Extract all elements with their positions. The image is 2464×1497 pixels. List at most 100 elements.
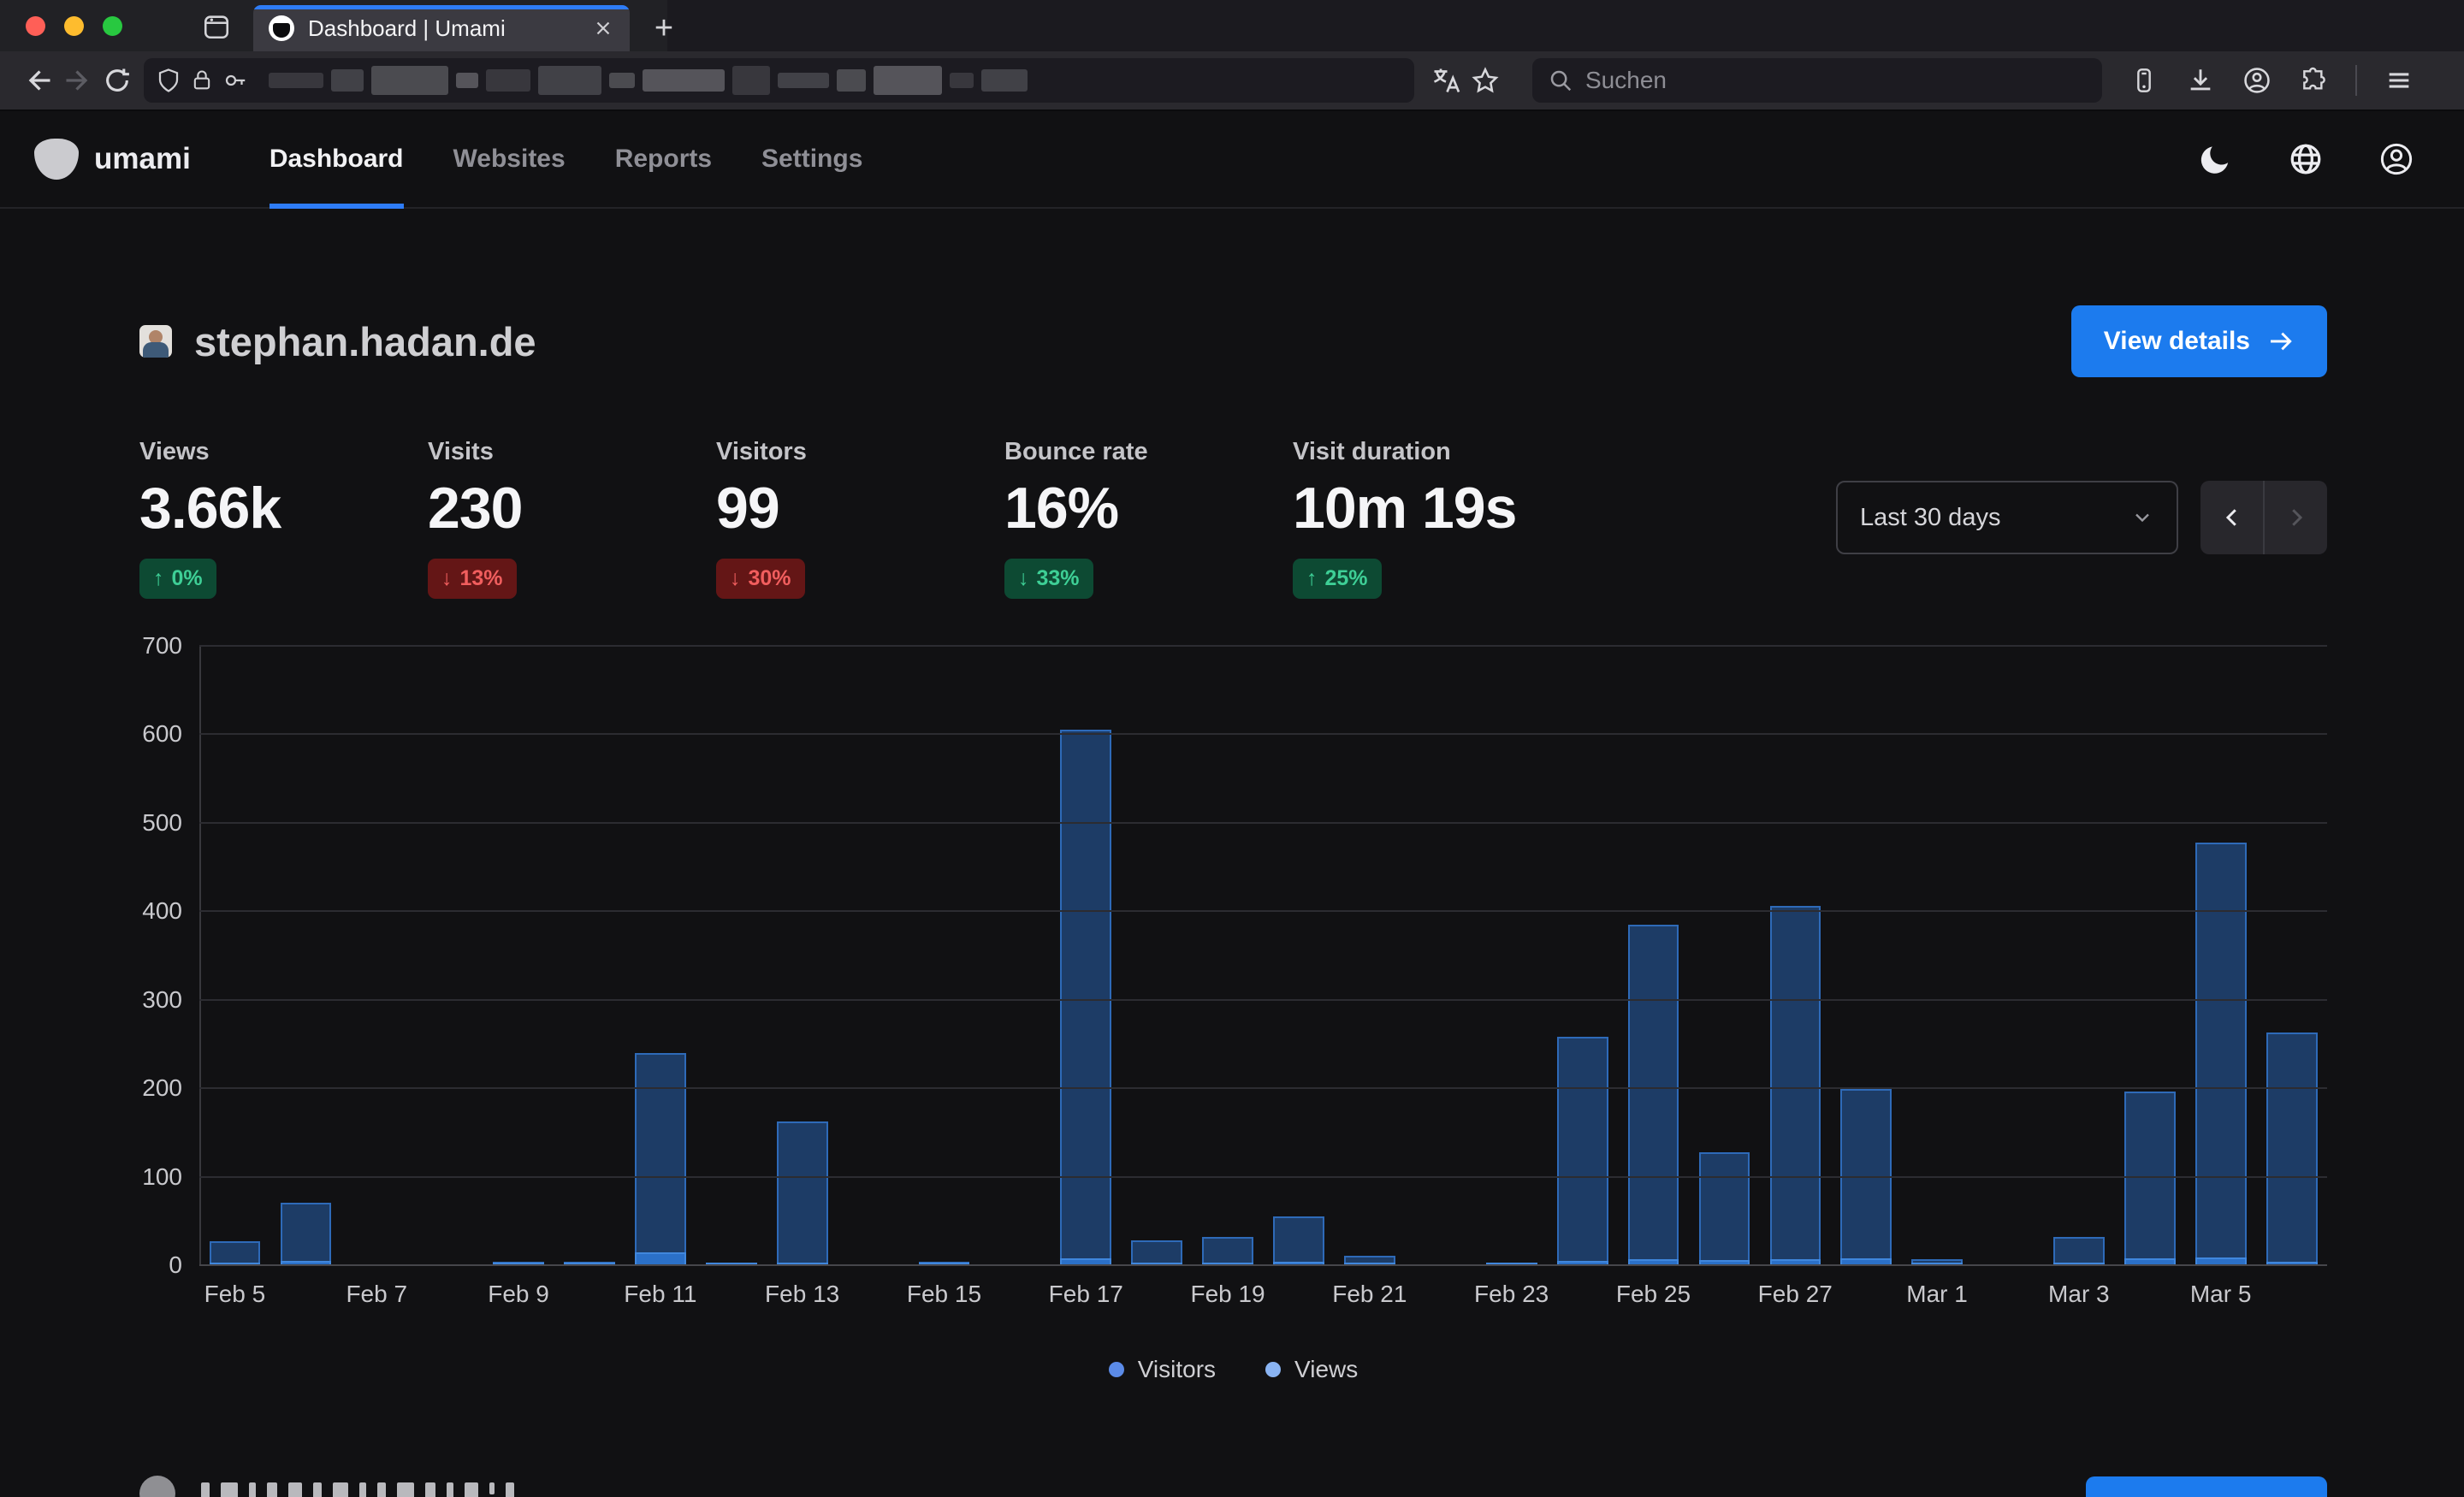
new-tab-button[interactable]: + xyxy=(647,12,681,44)
legend-item-visitors[interactable]: Visitors xyxy=(1109,1356,1216,1383)
day-slot-feb-7 xyxy=(341,646,412,1265)
change-badge: ↓33% xyxy=(1004,559,1093,599)
back-icon[interactable] xyxy=(19,61,58,100)
url-bar[interactable] xyxy=(144,58,1414,103)
views-bar[interactable] xyxy=(1699,1152,1750,1265)
cutoff-letter-shape xyxy=(377,1482,386,1497)
views-bar[interactable] xyxy=(2124,1092,2176,1265)
date-range-dropdown[interactable]: Last 30 days xyxy=(1836,481,2178,554)
minimize-window-button[interactable] xyxy=(64,16,84,36)
metric-value: 3.66k xyxy=(139,475,428,541)
views-bar[interactable] xyxy=(210,1241,261,1265)
translate-icon[interactable] xyxy=(1426,61,1466,100)
devices-icon[interactable] xyxy=(2124,61,2164,100)
views-bar[interactable] xyxy=(1770,906,1821,1265)
toolbar-right-icons xyxy=(2124,61,2419,100)
y-tick-label: 100 xyxy=(142,1163,182,1191)
brand[interactable]: umami xyxy=(34,111,191,207)
website-favicon xyxy=(139,325,172,358)
views-bar[interactable] xyxy=(1131,1240,1182,1265)
redacted-block xyxy=(538,66,601,95)
views-bar[interactable] xyxy=(2053,1237,2105,1265)
views-bar[interactable] xyxy=(777,1121,828,1265)
search-bar[interactable]: Suchen xyxy=(1532,58,2102,103)
second-view-details-button[interactable] xyxy=(2086,1476,2327,1497)
app-navbar: umami Dashboard Websites Reports Settings xyxy=(0,111,2464,209)
reload-icon[interactable] xyxy=(98,61,137,100)
view-details-button[interactable]: View details xyxy=(2071,305,2327,377)
previous-period-button[interactable] xyxy=(2200,481,2263,554)
views-bar[interactable] xyxy=(281,1203,332,1265)
visitors-bar[interactable] xyxy=(635,1252,686,1266)
y-tick-label: 0 xyxy=(169,1251,182,1279)
metric-bounce-rate: Bounce rate16%↓33% xyxy=(1004,438,1293,599)
close-window-button[interactable] xyxy=(26,16,45,36)
second-website-favicon xyxy=(139,1476,175,1497)
gridline-300 xyxy=(199,999,2327,1001)
x-tick-label: Mar 1 xyxy=(1906,1281,1968,1308)
views-bar[interactable] xyxy=(635,1053,686,1265)
x-tick-label: Feb 27 xyxy=(1758,1281,1833,1308)
y-tick-label: 300 xyxy=(142,986,182,1014)
downloads-icon[interactable] xyxy=(2181,61,2220,100)
umami-favicon-icon xyxy=(269,15,294,41)
extensions-icon[interactable] xyxy=(2294,61,2333,100)
brand-name: umami xyxy=(94,142,191,176)
gridline-100 xyxy=(199,1176,2327,1178)
account-icon[interactable] xyxy=(2237,61,2277,100)
cutoff-letter-shape xyxy=(447,1482,453,1497)
redacted-block xyxy=(371,66,448,95)
forward-icon[interactable] xyxy=(58,61,98,100)
nav-item-reports[interactable]: Reports xyxy=(615,111,712,207)
tab-close-icon[interactable] xyxy=(592,17,614,39)
metric-value: 230 xyxy=(428,475,716,541)
redacted-block xyxy=(778,73,829,88)
views-bar[interactable] xyxy=(1273,1216,1324,1265)
dashboard-content: stephan.hadan.de View details Views 3.66k… xyxy=(0,305,2464,1497)
firefox-view-icon[interactable] xyxy=(202,12,231,41)
views-bar[interactable] xyxy=(1628,925,1679,1265)
nav-item-settings[interactable]: Settings xyxy=(761,111,862,207)
day-slot-mar-4 xyxy=(2114,646,2185,1265)
metric-label: Visit duration xyxy=(1293,438,1581,466)
next-period-button[interactable] xyxy=(2265,481,2327,554)
menu-icon[interactable] xyxy=(2379,61,2419,100)
browser-toolbar: Suchen xyxy=(0,51,2464,111)
lock-icon[interactable] xyxy=(190,68,214,92)
views-bar[interactable] xyxy=(1202,1237,1253,1265)
views-bar[interactable] xyxy=(2195,843,2247,1265)
day-slot-mar-1 xyxy=(1902,646,1973,1265)
day-slot-feb-16 xyxy=(980,646,1051,1265)
x-tick-label: Feb 5 xyxy=(204,1281,266,1308)
views-bar[interactable] xyxy=(1557,1037,1608,1265)
cutoff-letter-shape xyxy=(506,1482,514,1497)
legend-item-views[interactable]: Views xyxy=(1265,1356,1358,1383)
day-slot-feb-12 xyxy=(696,646,767,1265)
arrow-down-icon: ↓ xyxy=(1018,566,1029,591)
day-slot-mar-5 xyxy=(2185,646,2256,1265)
website-header: stephan.hadan.de View details xyxy=(139,305,2327,378)
cutoff-letter-shape xyxy=(249,1482,256,1497)
browser-tab[interactable]: Dashboard | Umami xyxy=(253,5,630,51)
views-bar[interactable] xyxy=(1060,730,1111,1265)
profile-icon[interactable] xyxy=(2378,141,2414,177)
views-bar[interactable] xyxy=(2266,1033,2318,1265)
bookmark-star-icon[interactable] xyxy=(1466,61,1505,100)
cutoff-letter-shape xyxy=(397,1482,414,1497)
key-icon[interactable] xyxy=(222,68,248,93)
toolbar-separator xyxy=(2355,65,2357,96)
metric-label: Views xyxy=(139,438,428,466)
redacted-block xyxy=(269,73,323,88)
metric-label: Visitors xyxy=(716,438,1004,466)
language-globe-icon[interactable] xyxy=(2288,141,2324,177)
theme-moon-icon[interactable] xyxy=(2199,142,2233,176)
nav-item-dashboard[interactable]: Dashboard xyxy=(270,111,404,207)
day-slot-feb-28 xyxy=(1831,646,1902,1265)
redacted-block xyxy=(950,73,974,88)
shield-icon[interactable] xyxy=(156,68,181,93)
maximize-window-button[interactable] xyxy=(103,16,122,36)
y-tick-label: 400 xyxy=(142,897,182,925)
redacted-block xyxy=(981,69,1028,92)
day-slot-mar-2 xyxy=(1973,646,2044,1265)
nav-item-websites[interactable]: Websites xyxy=(453,111,566,207)
